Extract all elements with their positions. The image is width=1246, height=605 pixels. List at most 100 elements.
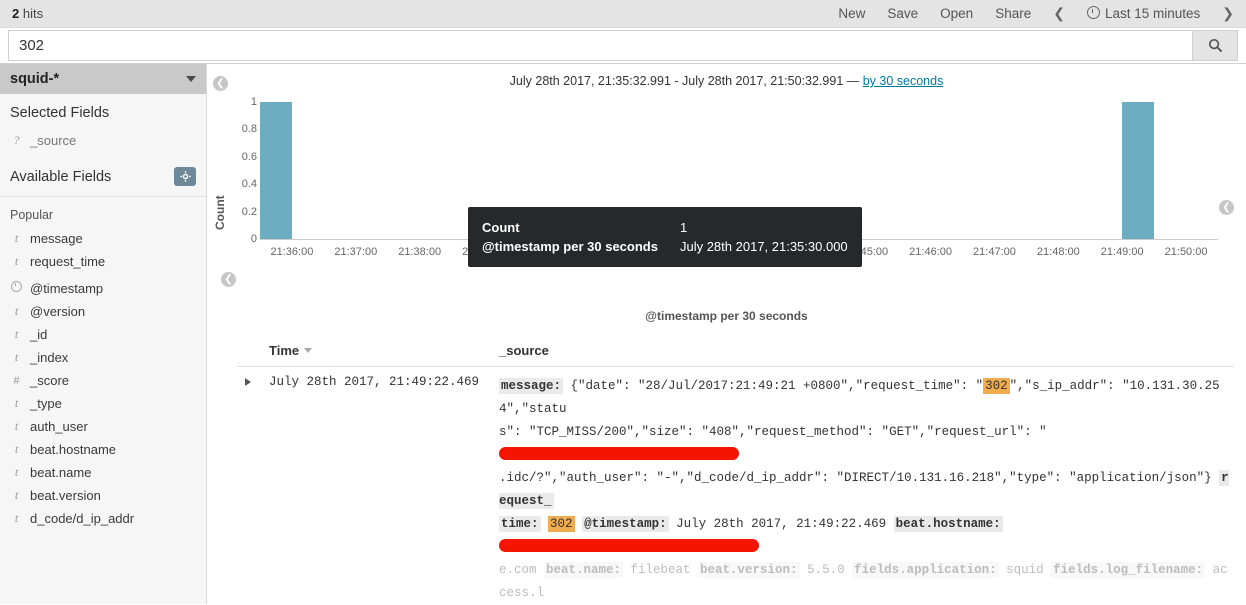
sidebar-field--index[interactable]: t _index [0, 346, 206, 369]
collapse-sidebar-button[interactable]: ❮ [213, 76, 228, 91]
expand-row-icon[interactable] [245, 378, 251, 386]
source-text: e.com [499, 563, 545, 577]
field-name-token: fields.application: [852, 562, 999, 578]
field-type-icon: t [14, 396, 19, 410]
sidebar-field-beat-hostname[interactable]: t beat.hostname [0, 438, 206, 461]
sidebar-field-d-code-d-ip-addr[interactable]: t d_code/d_ip_addr [0, 507, 206, 530]
available-field-list: @timestamp t @version t _id t _index # _score t _t… [0, 277, 206, 530]
popular-heading: Popular [0, 199, 206, 227]
new-button[interactable]: New [838, 6, 865, 21]
source-text: squid [998, 563, 1052, 577]
field-name-token: beat.hostname: [893, 516, 1003, 532]
y-tick-label: 0.6 [241, 150, 257, 163]
field-sidebar: squid-* Selected Fields ? _source Availa… [0, 64, 207, 604]
sidebar-field-beat-name[interactable]: t beat.name [0, 461, 206, 484]
documents-table: Time _source July 28th 2017, 21:49:22.46… [237, 337, 1234, 604]
source-text: 5.5.0 [799, 563, 853, 577]
time-range-text: July 28th 2017, 21:35:32.991 - July 28th… [509, 74, 863, 88]
search-highlight: 302 [548, 516, 575, 532]
source-line: s": "TCP_MISS/200","size": "408","reques… [499, 421, 1230, 467]
search-icon [1208, 38, 1222, 53]
field-label: _index [30, 350, 69, 365]
field-type-icon: # [13, 373, 20, 387]
field-type-icon: t [14, 231, 19, 245]
query-bar [0, 28, 1246, 64]
time-picker-label: Last 15 minutes [1104, 6, 1201, 21]
redaction-bar [499, 447, 739, 460]
field-name-token: message: [499, 378, 564, 394]
popular-field-list: t message t request_time [0, 227, 206, 273]
index-pattern-selector[interactable]: squid-* [0, 64, 206, 94]
interval-link[interactable]: by 30 seconds [863, 74, 944, 88]
sidebar-field-message[interactable]: t message [0, 227, 206, 250]
tooltip-count-label: Count [482, 220, 520, 235]
search-button[interactable] [1192, 30, 1238, 61]
y-axis-ticks: 0 0.2 0.4 0.6 0.8 1 [227, 92, 257, 245]
sidebar-divider [0, 196, 206, 197]
save-button[interactable]: Save [887, 6, 918, 21]
field-label: message [30, 231, 83, 246]
field-type-icon: t [14, 350, 19, 364]
histogram-bar[interactable] [260, 102, 292, 239]
time-header-label: Time [269, 343, 300, 358]
field-type-icon: t [14, 488, 19, 502]
field-type-icon: t [14, 419, 19, 433]
search-input[interactable] [8, 30, 1192, 61]
sidebar-field-source[interactable]: ? _source [0, 129, 206, 152]
y-tick-label: 0.4 [241, 178, 257, 191]
time-picker[interactable]: Last 15 minutes [1086, 6, 1201, 21]
collapse-chart-button[interactable]: ❮ [221, 272, 236, 287]
sidebar-field--type[interactable]: t _type [0, 392, 206, 415]
table-row[interactable]: July 28th 2017, 21:49:22.469 message: {"d… [237, 366, 1234, 604]
source-line: message: {"date": "28/Jul/2017:21:49:21 … [499, 375, 1230, 421]
field-settings-button[interactable] [174, 167, 196, 186]
source-header-label: _source [499, 343, 549, 358]
collapse-right-button[interactable]: ❮ [1219, 200, 1234, 215]
selected-fields-label: Selected Fields [10, 105, 110, 121]
sidebar-field--timestamp[interactable]: @timestamp [0, 277, 206, 300]
field-label: @timestamp [30, 281, 104, 296]
time-cell: July 28th 2017, 21:49:22.469 [265, 366, 495, 604]
field-label: request_time [30, 254, 106, 269]
sort-desc-icon [304, 348, 313, 353]
histogram-bar[interactable] [1122, 102, 1155, 239]
expand-cell[interactable] [237, 366, 265, 604]
available-fields-label: Available Fields [10, 168, 112, 185]
y-tick-label: 0.8 [241, 123, 257, 136]
field-label: _type [30, 396, 62, 411]
redaction-bar [499, 539, 759, 552]
sidebar-field--id[interactable]: t _id [0, 323, 206, 346]
sidebar-field--version[interactable]: t @version [0, 300, 206, 323]
source-column-header: _source [495, 337, 1234, 367]
sidebar-field--score[interactable]: # _score [0, 369, 206, 392]
source-line: e.com beat.name: filebeat beat.version: … [499, 559, 1230, 604]
field-name-token: @timestamp: [582, 516, 669, 532]
clock-icon [11, 281, 22, 292]
field-type-icon: t [14, 327, 19, 341]
sidebar-field-auth-user[interactable]: t auth_user [0, 415, 206, 438]
sidebar-field-beat-version[interactable]: t beat.version [0, 484, 206, 507]
field-name-token: beat.name: [544, 562, 624, 578]
source-line: time: 302 @timestamp: July 28th 2017, 21… [499, 513, 1230, 559]
chevron-right-icon[interactable]: ❯ [1222, 5, 1234, 22]
documents-table-body: July 28th 2017, 21:49:22.469 message: {"d… [237, 366, 1234, 604]
top-toolbar: 2 hits New Save Open Share ❮ Last 15 min… [0, 0, 1246, 28]
sidebar-field-request-time[interactable]: t request_time [0, 250, 206, 273]
x-tick-label: 21:49:00 [1100, 246, 1144, 258]
search-highlight: 302 [983, 378, 1010, 394]
field-label: @version [30, 304, 86, 319]
source-text: {"date": "28/Jul/2017:21:49:21 +0800","r… [563, 379, 984, 393]
source-text [575, 517, 583, 531]
chevron-left-icon[interactable]: ❮ [1053, 5, 1065, 22]
time-column-header[interactable]: Time [265, 337, 495, 367]
source-text: July 28th 2017, 21:49:22.469 [668, 517, 894, 531]
hits-count: 2 [12, 6, 20, 21]
discover-content: ❮ July 28th 2017, 21:35:32.991 - July 28… [207, 64, 1246, 604]
field-label: _id [30, 327, 48, 342]
open-button[interactable]: Open [940, 6, 973, 21]
field-label: beat.name [30, 465, 92, 480]
y-axis-label: Count [213, 195, 227, 230]
documents-table-wrapper[interactable]: Time _source July 28th 2017, 21:49:22.46… [207, 337, 1246, 604]
histogram-chart: Count 0 0.2 0.4 0.6 0.8 1 21:36:00 21:37:00 21:… [207, 92, 1246, 307]
share-button[interactable]: Share [995, 6, 1031, 21]
